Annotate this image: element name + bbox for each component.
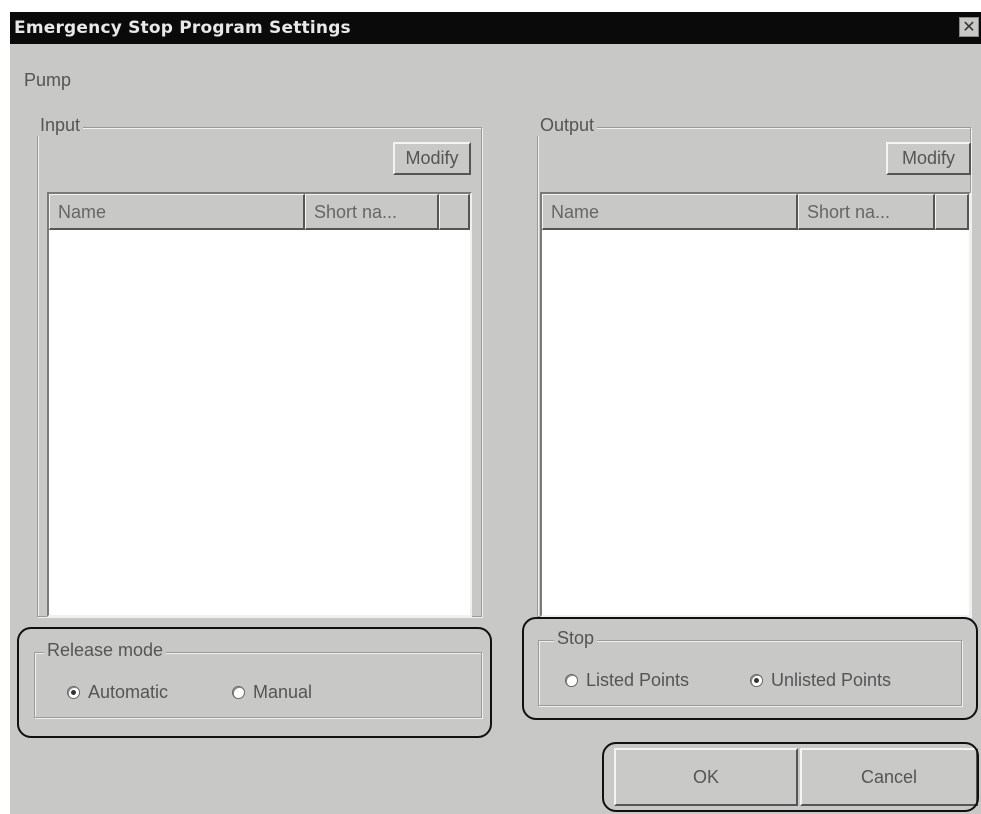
column-header-name[interactable]: Name	[49, 194, 305, 230]
column-header-short-name[interactable]: Short na...	[305, 194, 439, 230]
input-list-header: Name Short na...	[49, 194, 470, 230]
radio-manual-label: Manual	[253, 682, 313, 702]
radio-unlisted-points-label: Unlisted Points	[771, 670, 892, 690]
output-modify-button[interactable]: Modify	[886, 142, 971, 175]
radio-listed-points[interactable]: Listed Points	[565, 670, 689, 691]
stop-legend: Stop	[554, 628, 598, 649]
release-mode-legend: Release mode	[44, 640, 167, 661]
radio-checked-icon	[67, 686, 80, 699]
radio-automatic-label: Automatic	[88, 682, 169, 702]
emergency-stop-dialog: Emergency Stop Program Settings ✕ Pump I…	[10, 12, 981, 814]
close-icon[interactable]: ✕	[959, 17, 979, 37]
output-list[interactable]: Name Short na...	[540, 192, 971, 617]
input-group-legend: Input	[37, 115, 84, 136]
title-bar: Emergency Stop Program Settings ✕	[10, 12, 981, 44]
column-header-name[interactable]: Name	[542, 194, 798, 230]
window-title: Emergency Stop Program Settings	[14, 18, 351, 38]
ok-button[interactable]: OK	[614, 748, 798, 806]
column-header-filler	[935, 194, 969, 230]
radio-unlisted-points[interactable]: Unlisted Points	[750, 670, 891, 691]
output-list-header: Name Short na...	[542, 194, 969, 230]
pump-label: Pump	[24, 70, 72, 90]
cancel-button[interactable]: Cancel	[800, 748, 978, 806]
column-header-filler	[439, 194, 470, 230]
radio-checked-icon	[750, 674, 763, 687]
radio-automatic[interactable]: Automatic	[67, 682, 168, 703]
radio-listed-points-label: Listed Points	[586, 670, 690, 690]
radio-manual[interactable]: Manual	[232, 682, 312, 703]
radio-unchecked-icon	[565, 674, 578, 687]
column-header-short-name[interactable]: Short na...	[798, 194, 935, 230]
input-list[interactable]: Name Short na...	[47, 192, 472, 617]
radio-unchecked-icon	[232, 686, 245, 699]
output-group-legend: Output	[537, 115, 598, 136]
input-modify-button[interactable]: Modify	[393, 142, 471, 175]
